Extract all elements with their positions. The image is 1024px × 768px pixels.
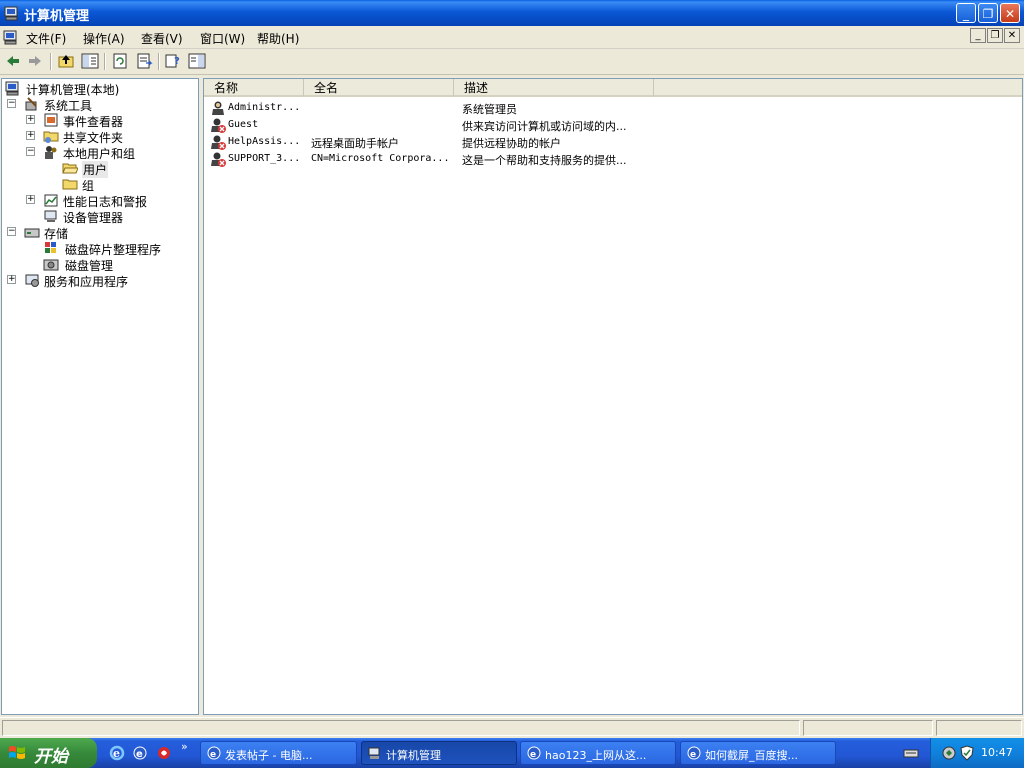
svg-text:e: e bbox=[113, 747, 120, 760]
disabled-user-icon bbox=[211, 152, 226, 167]
disk-management-icon bbox=[43, 259, 59, 271]
column-header-fullname[interactable]: 全名 bbox=[304, 79, 454, 97]
mdi-restore-button[interactable]: ❐ bbox=[987, 28, 1003, 43]
show-hide-tree-icon[interactable] bbox=[81, 52, 99, 70]
task-button-hao123[interactable]: e hao123_上网从这... bbox=[520, 741, 676, 765]
mdi-minimize-button[interactable]: _ bbox=[970, 28, 986, 43]
expand-icon[interactable]: + bbox=[26, 115, 35, 124]
export-list-icon[interactable] bbox=[135, 52, 153, 70]
performance-icon bbox=[44, 194, 58, 207]
user-row-guest[interactable]: Guest 供来宾访问计算机或访问域的内... bbox=[208, 117, 858, 134]
window-title: 计算机管理 bbox=[24, 9, 90, 24]
user-row-helpassistant[interactable]: HelpAssis... 远程桌面助手帐户 提供远程协助的帐户 bbox=[208, 134, 858, 151]
windows-logo-icon bbox=[9, 746, 25, 759]
status-segment-2 bbox=[803, 720, 933, 736]
expand-icon[interactable]: + bbox=[26, 195, 35, 204]
status-bar bbox=[0, 717, 1024, 739]
user-icon bbox=[212, 101, 224, 115]
toolbar: ? bbox=[0, 49, 1024, 75]
svg-text:e: e bbox=[530, 750, 536, 760]
clock: 10:47 bbox=[981, 746, 1013, 759]
app-icon[interactable] bbox=[156, 745, 172, 761]
quicklaunch-chevron[interactable]: » bbox=[181, 740, 188, 753]
browser-icon[interactable]: e bbox=[132, 745, 148, 761]
svg-text:e: e bbox=[690, 750, 696, 760]
taskbar: 开始 e e » e 发表帖子 - 电脑... 计算机管理 e hao123_上… bbox=[0, 738, 1024, 768]
computer-icon bbox=[5, 81, 19, 96]
tree-root-label: 计算机管理(本地) bbox=[26, 83, 120, 97]
forward-arrow-icon[interactable] bbox=[26, 52, 44, 70]
folder-icon bbox=[62, 179, 78, 190]
user-row-support[interactable]: SUPPORT_3... CN=Microsoft Corpora... 这是一… bbox=[208, 151, 858, 168]
up-level-icon[interactable] bbox=[57, 52, 75, 70]
svg-text:?: ? bbox=[174, 56, 180, 67]
svg-text:e: e bbox=[210, 750, 216, 760]
storage-icon bbox=[24, 228, 40, 238]
tree-pane[interactable]: 计算机管理(本地) − 系统工具 + 事件查看器 + 共享文件夹 − 本地用户和… bbox=[1, 78, 199, 715]
network-icon[interactable] bbox=[941, 745, 957, 761]
menu-help[interactable]: 帮助(H) bbox=[257, 30, 299, 47]
expand-icon[interactable]: + bbox=[7, 275, 16, 284]
system-tray: 10:47 bbox=[930, 738, 1024, 768]
security-shield-icon[interactable] bbox=[959, 745, 975, 761]
computer-management-icon bbox=[368, 747, 380, 759]
computer-management-icon bbox=[4, 6, 18, 21]
disabled-user-icon bbox=[211, 135, 226, 150]
column-header-name[interactable]: 名称 bbox=[204, 79, 304, 97]
menu-bar: 文件(F) 操作(A) 查看(V) 窗口(W) 帮助(H) _ ❐ ✕ bbox=[0, 26, 1024, 49]
close-button[interactable]: ✕ bbox=[1000, 3, 1020, 23]
mdi-close-button[interactable]: ✕ bbox=[1004, 28, 1020, 43]
keyboard-icon[interactable] bbox=[903, 745, 919, 761]
shared-folder-icon bbox=[43, 131, 59, 143]
svg-text:e: e bbox=[136, 749, 143, 760]
defrag-icon bbox=[45, 242, 56, 253]
collapse-icon[interactable]: − bbox=[7, 99, 16, 108]
column-header-filler bbox=[654, 79, 1022, 97]
console-icon[interactable] bbox=[3, 29, 19, 45]
task-button-post[interactable]: e 发表帖子 - 电脑... bbox=[200, 741, 357, 765]
services-icon bbox=[25, 274, 39, 287]
menu-window[interactable]: 窗口(W) bbox=[200, 30, 245, 47]
ie-icon[interactable]: e bbox=[109, 745, 125, 761]
column-header-description[interactable]: 描述 bbox=[454, 79, 654, 97]
event-viewer-icon bbox=[44, 113, 58, 127]
ie-window-icon: e bbox=[687, 746, 701, 760]
device-manager-icon bbox=[44, 210, 57, 222]
users-group-icon bbox=[45, 146, 57, 159]
disabled-user-icon bbox=[211, 118, 226, 133]
help-icon[interactable]: ? bbox=[164, 52, 182, 70]
menu-file[interactable]: 文件(F) bbox=[26, 30, 66, 47]
restore-button[interactable]: ❐ bbox=[978, 3, 998, 23]
expand-icon[interactable]: + bbox=[26, 131, 35, 140]
back-arrow-icon[interactable] bbox=[4, 52, 22, 70]
ie-window-icon: e bbox=[207, 746, 221, 760]
refresh-icon[interactable] bbox=[111, 52, 129, 70]
menu-action[interactable]: 操作(A) bbox=[83, 30, 125, 47]
menu-view[interactable]: 查看(V) bbox=[141, 30, 183, 47]
status-segment-main bbox=[2, 720, 800, 736]
list-pane[interactable]: 名称 全名 描述 Administr... 系统管理员 Guest 供来宾访问计… bbox=[203, 78, 1023, 715]
task-button-baidu[interactable]: e 如何截屏_百度搜... bbox=[680, 741, 836, 765]
task-button-computer-management[interactable]: 计算机管理 bbox=[361, 741, 517, 765]
title-bar[interactable]: 计算机管理 _ ❐ ✕ bbox=[0, 0, 1024, 26]
tools-icon bbox=[25, 97, 37, 111]
minimize-button[interactable]: _ bbox=[956, 3, 976, 23]
show-hide-action-pane-icon[interactable] bbox=[188, 52, 206, 70]
start-button[interactable]: 开始 bbox=[0, 738, 97, 768]
collapse-icon[interactable]: − bbox=[26, 147, 35, 156]
collapse-icon[interactable]: − bbox=[7, 227, 16, 236]
ie-window-icon: e bbox=[527, 746, 541, 760]
status-segment-3 bbox=[936, 720, 1022, 736]
folder-open-icon bbox=[62, 163, 78, 174]
user-row-administrator[interactable]: Administr... 系统管理员 bbox=[208, 100, 858, 117]
